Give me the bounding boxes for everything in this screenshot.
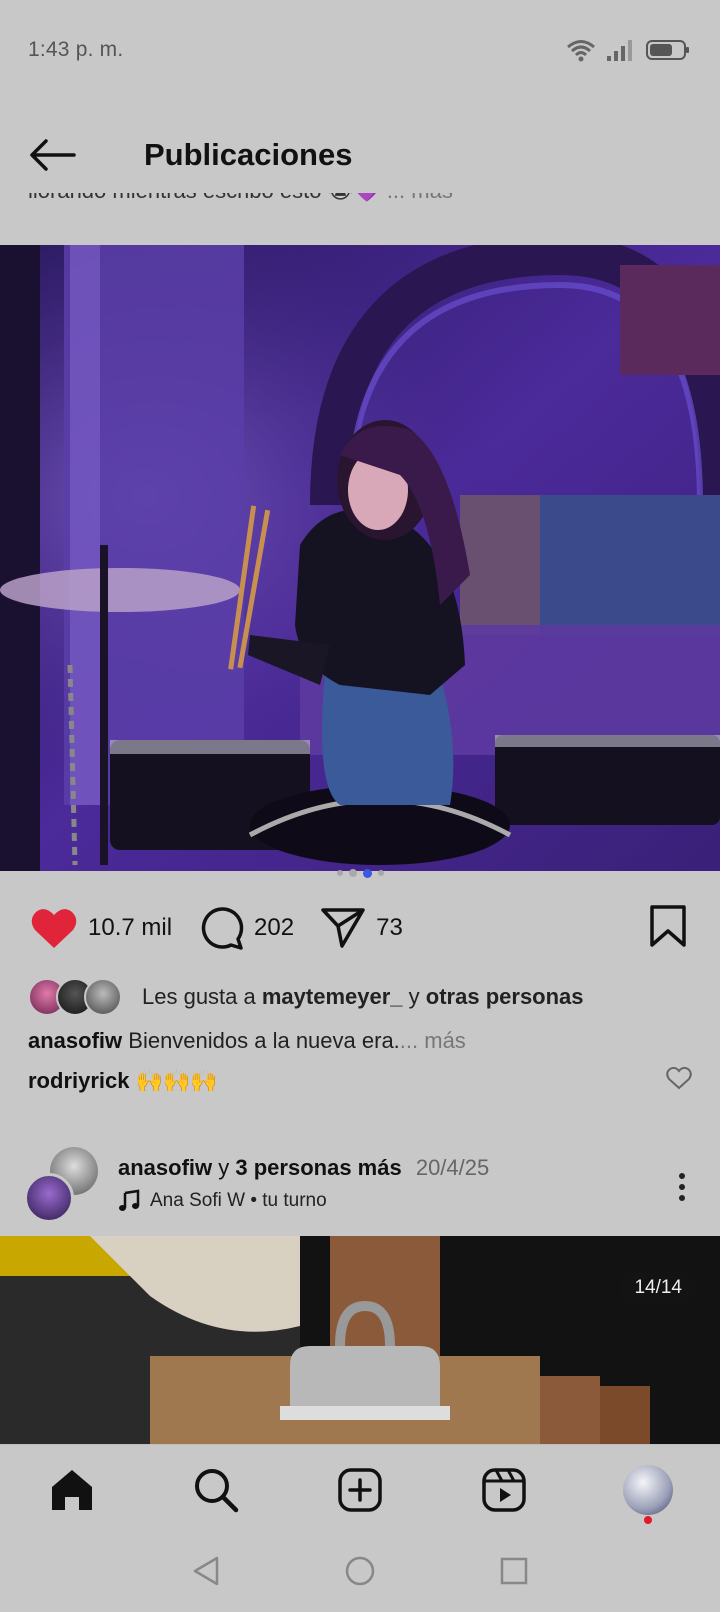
clipboard-photo xyxy=(0,1236,720,1444)
next-post-photo[interactable] xyxy=(0,1236,720,1444)
arrow-left-icon xyxy=(30,139,76,171)
shares-count[interactable]: 73 xyxy=(376,914,403,942)
drummer-photo xyxy=(0,245,720,871)
like-button[interactable]: 10.7 mil xyxy=(30,906,172,950)
caption-username[interactable]: anasofiw xyxy=(28,1028,122,1053)
nav-search[interactable] xyxy=(180,1454,252,1526)
save-button[interactable] xyxy=(648,904,688,953)
image-counter-badge: 14/14 xyxy=(620,1270,696,1306)
likes-connector: y xyxy=(408,984,420,1009)
status-time: 1:43 p. m. xyxy=(28,38,124,61)
previous-caption-text: llorando mientras escribo esto 😭💜 xyxy=(28,193,381,203)
home-icon xyxy=(52,1469,92,1510)
carousel-dot-active xyxy=(362,868,372,878)
kebab-dot xyxy=(679,1195,685,1201)
notification-dot xyxy=(644,1515,652,1524)
comment-bubble-icon xyxy=(201,907,244,950)
next-post-author[interactable]: anasofiw xyxy=(118,1155,212,1180)
nav-reels[interactable] xyxy=(468,1454,540,1526)
caption-text: Bienvenidos a la nueva era. xyxy=(128,1028,400,1053)
comment-button[interactable]: 202 xyxy=(198,905,294,951)
likes-text: Les gusta a maytemeyer_ y otras personas xyxy=(142,984,584,1010)
comment-like-button[interactable] xyxy=(666,1066,692,1096)
likes-count[interactable]: 10.7 mil xyxy=(88,914,172,942)
app-header: Publicaciones xyxy=(0,110,720,200)
comment-text: 🙌🙌🙌 xyxy=(135,1068,218,1093)
status-icons xyxy=(566,38,690,62)
profile-avatar xyxy=(623,1464,673,1515)
carousel-dots xyxy=(0,866,720,880)
coauthors-link[interactable]: 3 personas más xyxy=(235,1155,401,1180)
wifi-icon xyxy=(567,40,595,62)
caption-more[interactable]: ... más xyxy=(400,1028,466,1053)
kebab-dot xyxy=(679,1173,685,1179)
likes-prefix: Les gusta a xyxy=(142,984,256,1009)
music-note-icon xyxy=(119,1189,140,1211)
next-post-authors[interactable]: anasofiw y 3 personas más 20/4/25 xyxy=(118,1155,489,1181)
avatar xyxy=(84,978,122,1016)
likes-others[interactable]: otras personas xyxy=(426,984,584,1009)
circle-home-icon xyxy=(345,1556,375,1585)
plus-square-icon xyxy=(338,1467,382,1512)
reels-icon xyxy=(482,1467,526,1512)
more-options-button[interactable] xyxy=(672,1167,692,1207)
previous-post-caption[interactable]: llorando mientras escribo esto 😭💜 ... má… xyxy=(28,193,688,223)
music-label: Ana Sofi W • tu turno xyxy=(150,1190,327,1211)
next-post-date: 20/4/25 xyxy=(415,1155,490,1180)
system-nav-bar xyxy=(0,1534,720,1612)
bookmark-icon xyxy=(650,905,686,947)
authors-connector: y xyxy=(218,1155,230,1180)
previous-caption-more[interactable]: ... más xyxy=(387,193,453,203)
comment-username[interactable]: rodriyrick xyxy=(28,1068,130,1093)
back-button[interactable] xyxy=(28,130,88,180)
system-back-button[interactable] xyxy=(191,1555,221,1592)
comments-count[interactable]: 202 xyxy=(254,914,294,942)
avatar xyxy=(24,1173,74,1223)
likes-summary[interactable]: Les gusta a maytemeyer_ y otras personas xyxy=(28,977,584,1017)
post-actions: 10.7 mil 202 73 xyxy=(0,900,720,956)
system-home-button[interactable] xyxy=(344,1555,376,1592)
bottom-nav xyxy=(0,1444,720,1534)
triangle-back-icon xyxy=(194,1556,219,1585)
heart-filled-icon xyxy=(31,909,77,948)
nav-create[interactable] xyxy=(324,1454,396,1526)
square-recents-icon xyxy=(500,1557,527,1584)
carousel-dot xyxy=(348,869,357,877)
status-bar: 1:43 p. m. xyxy=(0,0,720,100)
next-post-header: anasofiw y 3 personas más 20/4/25 Ana So… xyxy=(0,1145,720,1227)
battery-icon xyxy=(646,40,689,60)
coauthor-avatars[interactable] xyxy=(24,1147,104,1223)
kebab-dot xyxy=(679,1184,685,1190)
post-photo[interactable] xyxy=(0,245,720,871)
nav-profile[interactable] xyxy=(612,1454,684,1526)
paper-plane-icon xyxy=(321,908,365,948)
share-button[interactable]: 73 xyxy=(320,906,403,950)
top-comment[interactable]: rodriyrick 🙌🙌🙌 xyxy=(28,1066,692,1096)
system-recents-button[interactable] xyxy=(499,1556,529,1591)
signal-icon xyxy=(607,40,632,61)
post-caption[interactable]: anasofiw Bienvenidos a la nueva era.... … xyxy=(28,1028,466,1054)
liker-username[interactable]: maytemeyer_ xyxy=(262,984,403,1009)
next-post-music[interactable]: Ana Sofi W • tu turno xyxy=(118,1189,327,1213)
nav-home[interactable] xyxy=(36,1454,108,1526)
carousel-dot xyxy=(336,870,343,876)
carousel-dot xyxy=(377,870,384,876)
heart-outline-icon xyxy=(666,1066,692,1090)
page-title: Publicaciones xyxy=(144,137,353,172)
search-icon xyxy=(195,1468,239,1512)
liker-avatars xyxy=(28,977,128,1017)
